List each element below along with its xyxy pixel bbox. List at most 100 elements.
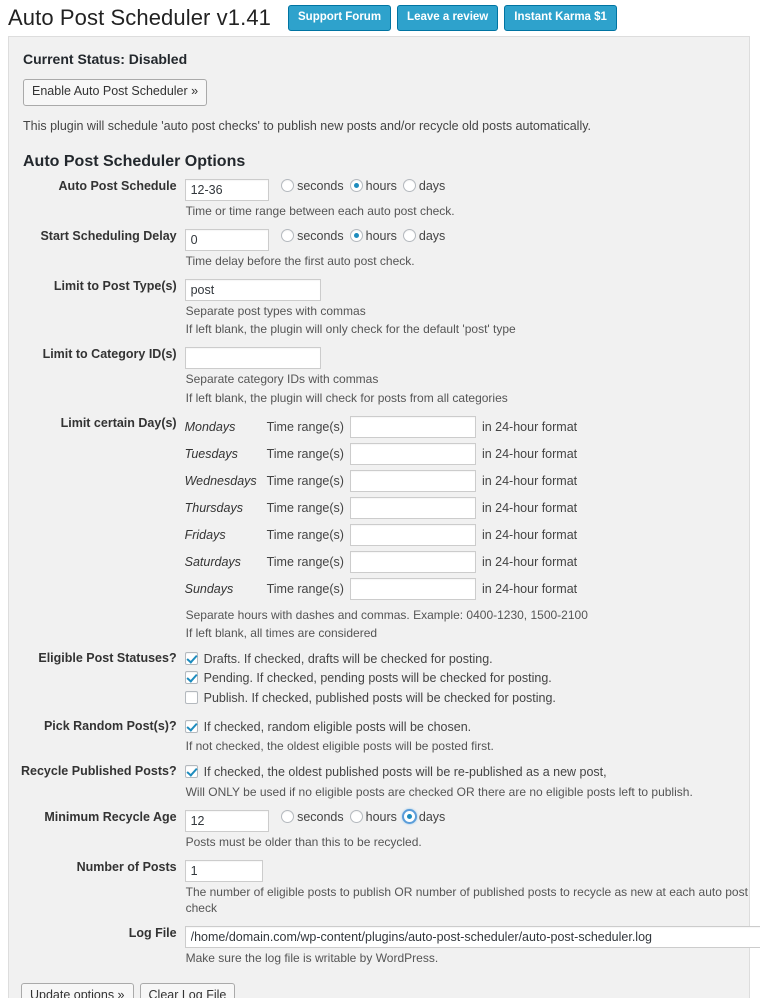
format-hint: in 24-hour format xyxy=(481,419,578,434)
checkbox-row-publish[interactable]: Publish. If checked, published posts wil… xyxy=(184,690,760,706)
delay-unit-radio-group: seconds hours days xyxy=(281,229,448,243)
time-range-input-wednesdays[interactable] xyxy=(349,469,476,492)
time-range-input-saturdays[interactable] xyxy=(349,550,476,573)
schedule-unit-hours[interactable]: hours xyxy=(349,178,397,193)
label-recycle-age: Minimum Recycle Age xyxy=(44,809,177,824)
label-log-file: Log File xyxy=(128,926,177,941)
recycle-age-unit-radio-group: seconds hours days xyxy=(281,810,448,824)
support-forum-button[interactable]: Support Forum xyxy=(288,4,392,32)
instant-karma-button[interactable]: Instant Karma $1 xyxy=(504,4,617,32)
checkbox-checked-icon[interactable] xyxy=(184,652,198,666)
schedule-unit-hours-label: hours xyxy=(365,178,397,193)
form-footer-buttons: Update options » Clear Log File xyxy=(21,982,737,998)
checkbox-checked-icon[interactable] xyxy=(184,671,198,685)
recycle-age-input[interactable] xyxy=(184,809,269,832)
checkbox-checked-icon[interactable] xyxy=(184,719,198,733)
radio-icon[interactable] xyxy=(281,179,295,193)
update-options-button[interactable]: Update options » xyxy=(21,982,134,998)
row-limit-days: Limit certain Day(s) Mondays Time range(… xyxy=(21,415,760,651)
recycle-age-unit-hours[interactable]: hours xyxy=(349,810,397,824)
auto-post-schedule-input[interactable] xyxy=(184,178,269,201)
table-row: Saturdays Time range(s) in 24-hour forma… xyxy=(185,550,577,578)
recycle-age-unit-days-label: days xyxy=(418,809,446,824)
row-number-of-posts: Number of Posts The number of eligible p… xyxy=(21,859,760,926)
current-status-heading: Current Status: Disabled xyxy=(23,51,188,67)
delay-unit-hours[interactable]: hours xyxy=(349,228,397,243)
recycle-age-unit-seconds[interactable]: seconds xyxy=(281,810,344,824)
label-post-types: Limit to Post Type(s) xyxy=(53,279,177,293)
checkbox-row-recycle[interactable]: If checked, the oldest published posts w… xyxy=(184,764,760,780)
page-header: Auto Post Scheduler v1.41 Support Forum … xyxy=(0,0,760,32)
header-button-group: Support Forum Leave a review Instant Kar… xyxy=(288,4,617,32)
radio-selected-icon[interactable] xyxy=(349,229,363,243)
time-range-input-mondays[interactable] xyxy=(349,415,476,438)
day-label-thursdays: Thursdays xyxy=(184,500,243,515)
row-category-ids: Limit to Category ID(s) Separate categor… xyxy=(21,347,760,415)
recycle-desc: Will ONLY be used if no eligible posts a… xyxy=(185,784,693,799)
status-publish-label: Publish. If checked, published posts wil… xyxy=(203,690,556,705)
post-types-desc-2: If left blank, the plugin will only chec… xyxy=(185,322,516,337)
time-range-label: Time range(s) xyxy=(266,554,344,569)
category-ids-desc-2: If left blank, the plugin will check for… xyxy=(185,390,508,405)
time-range-label: Time range(s) xyxy=(266,419,344,434)
delay-unit-days[interactable]: days xyxy=(402,228,446,243)
log-file-input[interactable] xyxy=(184,926,760,949)
time-range-label: Time range(s) xyxy=(266,500,344,515)
table-row: Thursdays Time range(s) in 24-hour forma… xyxy=(184,496,577,524)
time-range-input-fridays[interactable] xyxy=(349,523,476,546)
time-range-input-tuesdays[interactable] xyxy=(349,442,476,465)
start-scheduling-delay-desc: Time delay before the first auto post ch… xyxy=(185,253,415,268)
post-types-desc-1: Separate post types with commas xyxy=(185,304,366,318)
category-ids-desc-1: Separate category IDs with commas xyxy=(185,372,379,387)
enable-scheduler-button[interactable]: Enable Auto Post Scheduler » xyxy=(23,79,208,106)
leave-a-review-button[interactable]: Leave a review xyxy=(397,4,499,32)
delay-unit-seconds[interactable]: seconds xyxy=(281,229,344,243)
recycle-age-unit-seconds-label: seconds xyxy=(297,809,344,824)
day-time-range-table: Mondays Time range(s) in 24-hour format … xyxy=(184,415,578,605)
format-hint: in 24-hour format xyxy=(481,446,578,461)
days-desc-2: If left blank, all times are considered xyxy=(185,625,378,640)
checkbox-row-drafts[interactable]: Drafts. If checked, drafts will be check… xyxy=(184,651,760,667)
schedule-unit-days[interactable]: days xyxy=(402,178,446,193)
delay-unit-seconds-label: seconds xyxy=(297,228,344,243)
row-recycle-published: Recycle Published Posts? If checked, the… xyxy=(21,764,760,809)
post-types-input[interactable] xyxy=(184,279,321,301)
start-scheduling-delay-input[interactable] xyxy=(184,228,269,251)
day-label-tuesdays: Tuesdays xyxy=(184,446,238,461)
label-number-of-posts: Number of Posts xyxy=(76,859,177,874)
day-label-wednesdays: Wednesdays xyxy=(184,473,257,488)
time-range-input-thursdays[interactable] xyxy=(349,496,476,519)
day-label-sundays: Sundays xyxy=(184,581,234,596)
settings-panel: Current Status: Disabled Enable Auto Pos… xyxy=(8,36,760,998)
clear-log-file-button[interactable]: Clear Log File xyxy=(139,982,236,998)
time-range-label: Time range(s) xyxy=(266,473,344,488)
label-eligible-statuses: Eligible Post Statuses? xyxy=(38,651,177,666)
time-range-input-sundays[interactable] xyxy=(349,577,476,600)
radio-selected-icon[interactable] xyxy=(349,179,363,193)
checkbox-checked-icon[interactable] xyxy=(184,765,198,779)
recycle-age-desc: Posts must be older than this to be recy… xyxy=(185,834,422,849)
schedule-unit-days-label: days xyxy=(418,178,446,193)
recycle-age-unit-days[interactable]: days xyxy=(402,809,446,824)
radio-icon[interactable] xyxy=(281,810,295,824)
checkbox-row-pick-random[interactable]: If checked, random eligible posts will b… xyxy=(184,719,760,735)
radio-icon[interactable] xyxy=(281,229,295,243)
schedule-unit-seconds[interactable]: seconds xyxy=(281,179,344,193)
radio-icon[interactable] xyxy=(349,810,363,824)
schedule-unit-seconds-label: seconds xyxy=(297,178,344,193)
category-ids-input[interactable] xyxy=(184,347,321,370)
radio-selected-icon[interactable] xyxy=(402,810,416,824)
delay-unit-hours-label: hours xyxy=(365,228,397,243)
radio-icon[interactable] xyxy=(402,229,416,243)
status-pending-label: Pending. If checked, pending posts will … xyxy=(203,671,552,686)
radio-icon[interactable] xyxy=(402,179,416,193)
checkbox-row-pending[interactable]: Pending. If checked, pending posts will … xyxy=(184,670,760,686)
time-range-label: Time range(s) xyxy=(266,581,344,596)
checkbox-unchecked-icon[interactable] xyxy=(184,690,198,704)
number-of-posts-input[interactable] xyxy=(184,859,263,882)
recycle-label: If checked, the oldest published posts w… xyxy=(203,765,607,780)
label-pick-random: Pick Random Post(s)? xyxy=(43,718,177,733)
delay-unit-days-label: days xyxy=(418,228,446,243)
pick-random-label: If checked, random eligible posts will b… xyxy=(203,719,472,734)
table-row: Wednesdays Time range(s) in 24-hour form… xyxy=(184,469,577,497)
